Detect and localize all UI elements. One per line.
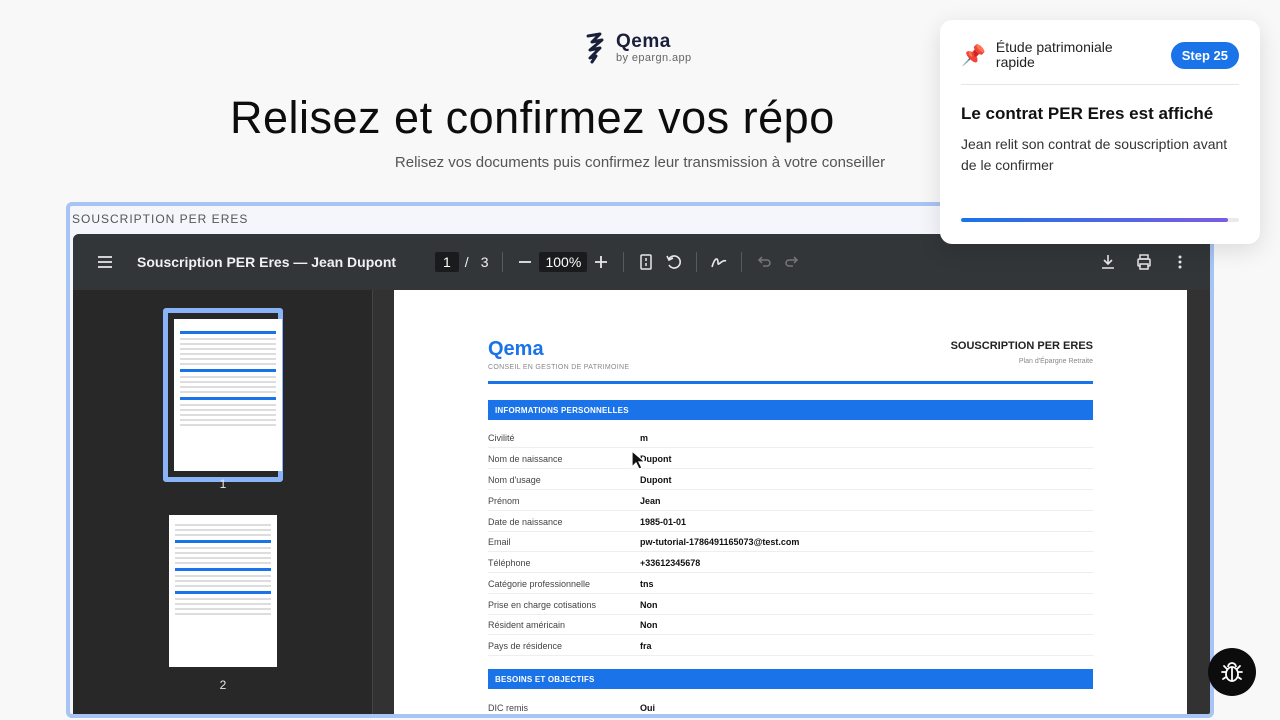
fit-page-icon[interactable] [632, 248, 660, 276]
page-title: Relisez et confirmez vos répo [230, 92, 835, 143]
pdf-viewer: Souscription PER Eres — Jean Dupont 1 / … [73, 234, 1210, 714]
field-row: Email pw-tutorial-1786491165073@test.com [488, 531, 1093, 552]
field-row: Catégorie professionnelle tns [488, 573, 1093, 594]
menu-icon[interactable] [91, 248, 119, 276]
tutorial-progress [961, 218, 1239, 222]
tutorial-description: Jean relit son contrat de souscription a… [961, 136, 1228, 173]
field-row: Prise en charge cotisations Non [488, 594, 1093, 615]
section-header: INFORMATIONS PERSONNELLES [488, 400, 1093, 420]
field-label: Catégorie professionnelle [488, 579, 591, 589]
zoom-in-icon[interactable] [587, 248, 615, 276]
field-label: Email [488, 537, 511, 547]
field-row: Nom de naissance Dupont [488, 448, 1093, 469]
mouse-cursor-icon [631, 449, 647, 470]
undo-icon[interactable] [750, 248, 778, 276]
toolbar-divider [741, 252, 743, 272]
field-label: Pays de résidence [488, 641, 563, 651]
field-row: Nom d'usage Dupont [488, 469, 1093, 490]
field-row: DIC remis Oui [488, 697, 1093, 714]
page-number-input[interactable]: 1 [435, 252, 459, 272]
pin-icon: 📌 [961, 44, 986, 67]
thumbnail-number: 1 [219, 477, 227, 491]
pdf-header: Qema CONSEIL EN GESTION DE PATRIMOINE SO… [488, 334, 1093, 384]
more-icon[interactable] [1166, 248, 1194, 276]
thumbnail-sidebar: 1 2 [73, 290, 373, 714]
thumbnail-page-1[interactable] [163, 308, 283, 482]
field-label: Résident américain [488, 620, 566, 630]
tutorial-progress-fill [961, 218, 1228, 222]
pdf-tagline: CONSEIL EN GESTION DE PATRIMOINE [488, 364, 630, 371]
pdf-doc-subtitle: Plan d'Épargne Retraite [1018, 358, 1093, 365]
field-value: fra [640, 641, 652, 651]
field-row: Date de naissance 1985-01-01 [488, 511, 1093, 532]
field-row: Résident américain Non [488, 614, 1093, 635]
pdf-doc-title: SOUSCRIPTION PER ERES [950, 340, 1093, 352]
thumbnail-page-2[interactable] [163, 509, 283, 673]
brand-sub: by epargn.app [616, 52, 692, 64]
document-label: SOUSCRIPTION PER ERES [72, 212, 249, 226]
pdf-title: Souscription PER Eres — Jean Dupont [137, 254, 397, 270]
field-value: Non [640, 620, 658, 630]
field-label: Prise en charge cotisations [488, 600, 597, 610]
section-header: BESOINS ET OBJECTIFS [488, 669, 1093, 689]
toolbar-divider [623, 252, 625, 272]
zoom-out-icon[interactable] [511, 248, 539, 276]
field-value: Dupont [640, 475, 672, 485]
pdf-page: Qema CONSEIL EN GESTION DE PATRIMOINE SO… [394, 290, 1187, 714]
tutorial-name: Étude patrimoniale rapide [995, 39, 1113, 70]
field-value: Oui [640, 703, 655, 713]
print-icon[interactable] [1130, 248, 1158, 276]
qema-logo-icon [586, 32, 604, 64]
page-separator: / [464, 254, 469, 270]
rotate-icon[interactable] [660, 248, 688, 276]
thumbnail-preview [169, 515, 277, 667]
field-label: Nom de naissance [488, 454, 563, 464]
field-value: Non [640, 600, 658, 610]
zoom-input[interactable]: 100% [539, 252, 588, 272]
redo-icon[interactable] [778, 248, 806, 276]
download-icon[interactable] [1094, 248, 1122, 276]
brand-logo: Qema by epargn.app [582, 32, 692, 64]
field-value: 1985-01-01 [640, 517, 687, 527]
tutorial-title: Le contrat PER Eres est affiché [961, 104, 1214, 123]
field-label: Prénom [488, 496, 520, 506]
toolbar-divider [502, 252, 504, 272]
field-label: Civilité [488, 433, 515, 443]
toolbar-divider [696, 252, 698, 272]
field-value: tns [640, 579, 654, 589]
bug-report-button[interactable] [1208, 648, 1256, 696]
field-row: Civilité m [488, 427, 1093, 448]
field-label: Date de naissance [488, 517, 563, 527]
field-label: DIC remis [488, 703, 528, 713]
field-value: Jean [640, 496, 661, 506]
field-row: Téléphone +33612345678 [488, 552, 1093, 573]
tutorial-card: 📌 Étude patrimoniale rapide Step 25 Le c… [940, 20, 1260, 244]
field-value: +33612345678 [640, 558, 701, 568]
page-total: 3 [480, 254, 489, 270]
field-label: Téléphone [488, 558, 531, 568]
field-label: Nom d'usage [488, 475, 541, 485]
field-row: Pays de résidence fra [488, 635, 1093, 656]
annotate-icon[interactable] [705, 248, 733, 276]
field-value: pw-tutorial-1786491165073@test.com [640, 537, 800, 547]
bug-icon [1221, 662, 1243, 682]
field-row: Prénom Jean [488, 490, 1093, 511]
pdf-logo: Qema [488, 338, 544, 360]
field-value: m [640, 433, 649, 443]
step-badge: Step 25 [1170, 41, 1239, 69]
thumbnail-preview [174, 319, 282, 471]
thumbnail-number: 2 [219, 678, 227, 692]
brand-name: Qema [616, 31, 671, 52]
